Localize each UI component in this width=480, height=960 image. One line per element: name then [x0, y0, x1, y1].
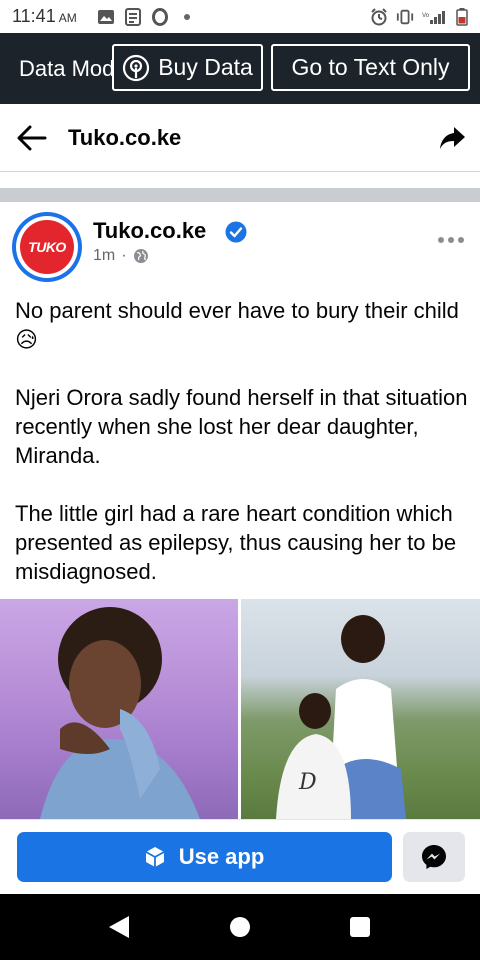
- signal-icon: Vo: [422, 8, 448, 26]
- cube-icon: [145, 846, 165, 868]
- post-paragraph: Njeri Orora sadly found herself in that …: [15, 385, 468, 468]
- svg-text:D: D: [298, 770, 317, 795]
- more-options-button[interactable]: [438, 232, 466, 248]
- meta-separator: ·: [121, 247, 127, 264]
- status-time: 11:41: [12, 6, 56, 26]
- page-title: Tuko.co.ke: [68, 125, 182, 150]
- nav-recents-icon[interactable]: [350, 917, 370, 937]
- alarm-icon: [370, 7, 388, 26]
- nav-back-icon[interactable]: [108, 915, 130, 939]
- data-mode-bar: Data Mode Buy Data Go to Text Only: [0, 33, 480, 104]
- messenger-icon: [421, 844, 447, 870]
- post-paragraph: The little girl had a rare heart conditi…: [15, 501, 457, 584]
- post-time: 1m: [93, 247, 116, 264]
- post-photo[interactable]: [0, 599, 238, 819]
- use-app-button[interactable]: Use app: [17, 832, 392, 882]
- post-meta: 1m ·: [93, 247, 149, 265]
- opera-icon: [151, 7, 169, 26]
- status-left-icons: [97, 7, 196, 26]
- image-icon: [97, 8, 115, 26]
- avatar[interactable]: TUKO: [12, 212, 82, 282]
- messenger-button[interactable]: [403, 832, 465, 882]
- share-arrow-icon: [438, 127, 466, 155]
- buy-data-label: Buy Data: [158, 54, 253, 80]
- app-promo-bar: Use app: [0, 819, 480, 894]
- data-mode-label: Data Mode: [19, 56, 114, 81]
- more-dot-icon: [448, 237, 454, 243]
- vibrate-icon: [396, 8, 414, 26]
- broadcast-icon: [122, 54, 150, 82]
- post-photo[interactable]: D: [241, 599, 480, 819]
- status-right-icons: Vo: [370, 7, 468, 26]
- arrow-left-icon: [16, 125, 48, 156]
- text-only-label: Go to Text Only: [291, 54, 450, 80]
- more-dot-icon: [438, 237, 444, 243]
- post-author[interactable]: Tuko.co.ke: [93, 218, 206, 244]
- verified-badge-icon: [225, 221, 247, 243]
- nav-home-icon[interactable]: [230, 917, 250, 937]
- post-photos: D: [0, 599, 480, 819]
- battery-icon: [456, 7, 468, 26]
- section-divider: [0, 188, 480, 202]
- globe-icon: [133, 248, 149, 264]
- go-to-text-only-button[interactable]: Go to Text Only: [271, 44, 470, 91]
- page-header: Tuko.co.ke: [0, 104, 480, 172]
- system-nav-bar: [0, 894, 480, 960]
- tuko-logo: TUKO: [20, 220, 74, 274]
- notes-icon: [124, 7, 142, 26]
- status-bar: 11:41 AM Vo: [0, 0, 480, 33]
- share-button[interactable]: [438, 125, 466, 151]
- more-dot-icon: [458, 237, 464, 243]
- status-ampm: AM: [58, 11, 77, 25]
- svg-text:Vo: Vo: [422, 12, 430, 19]
- dot-icon: [178, 8, 196, 26]
- back-button[interactable]: [16, 124, 48, 152]
- buy-data-button[interactable]: Buy Data: [112, 44, 263, 91]
- post-paragraph: No parent should ever have to bury their…: [15, 298, 459, 352]
- use-app-label: Use app: [178, 844, 265, 869]
- post-body: No parent should ever have to bury their…: [15, 296, 470, 586]
